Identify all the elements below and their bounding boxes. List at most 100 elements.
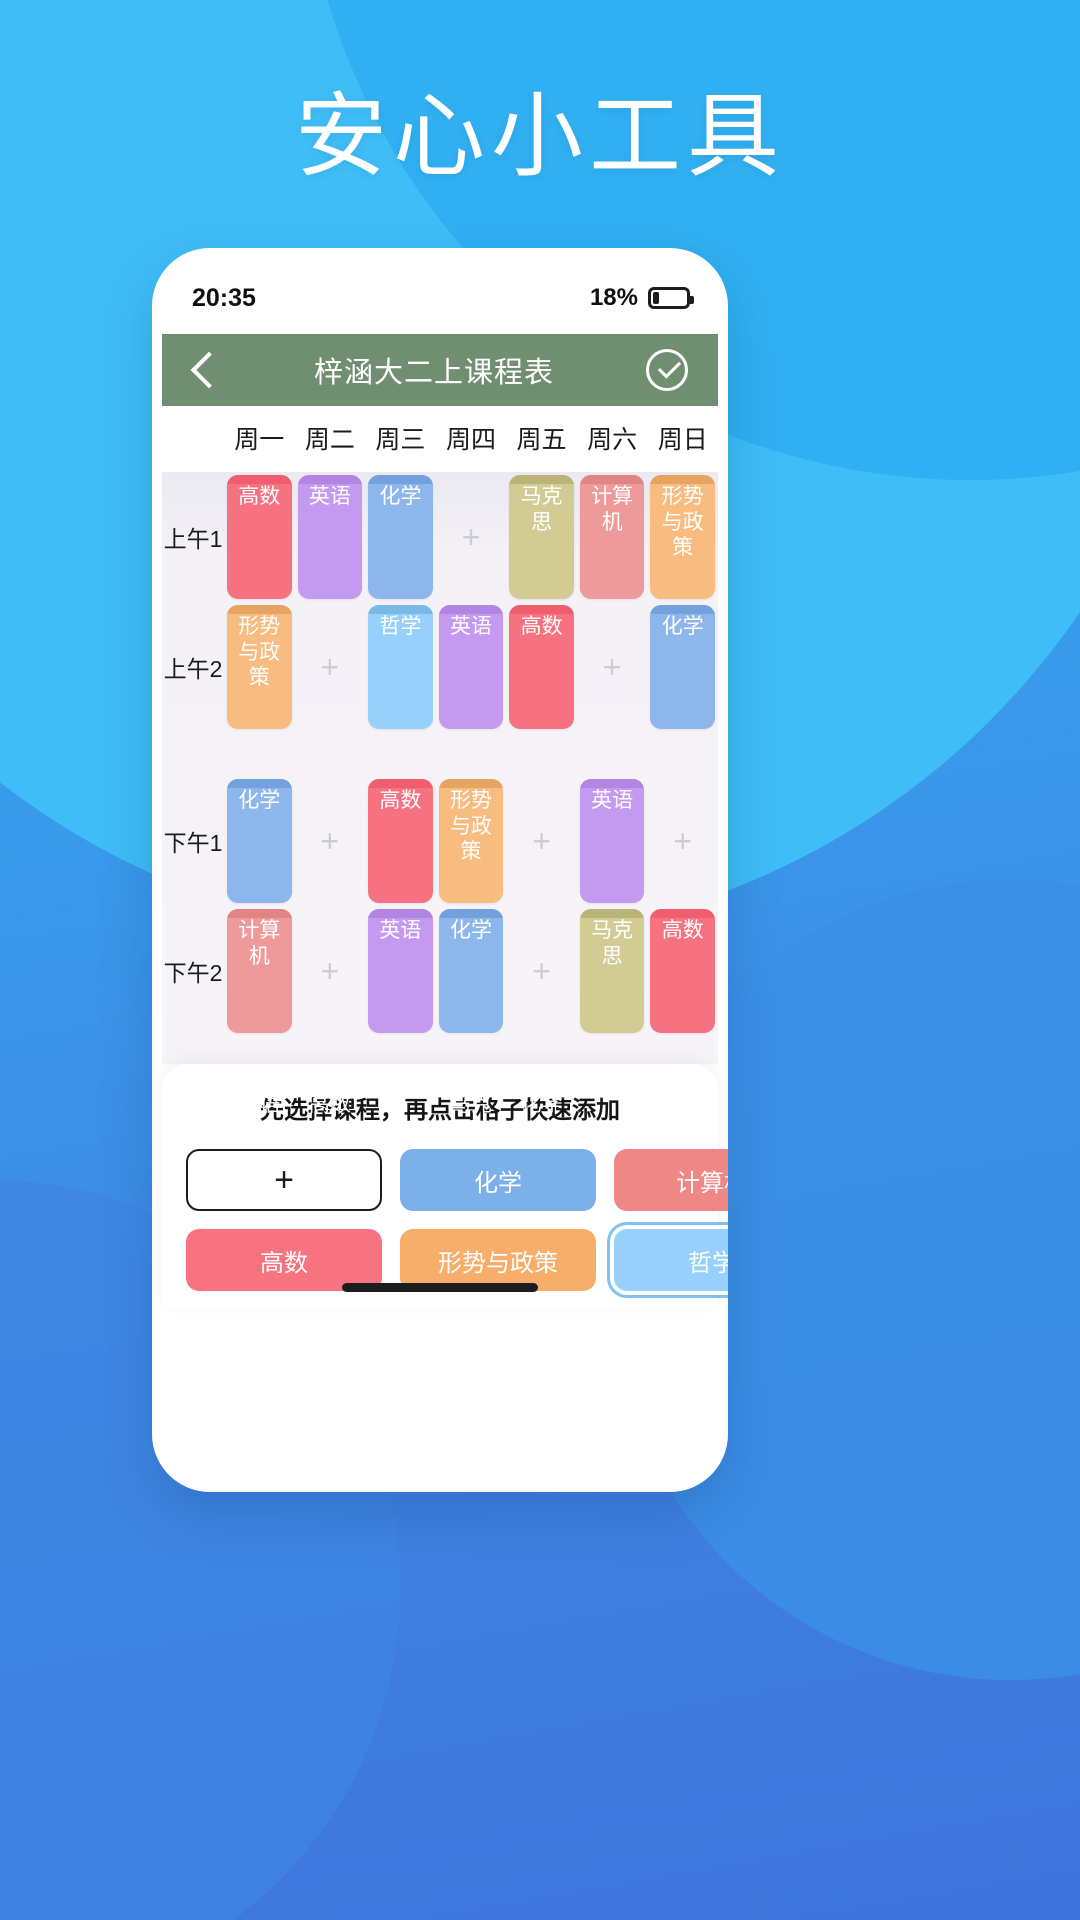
plus-icon[interactable]: +: [603, 651, 622, 683]
course-chip[interactable]: 高数: [186, 1229, 382, 1291]
course-chip-label: 计算机: [676, 1169, 728, 1197]
course-card-cap: [438, 779, 504, 788]
course-card-label: 形势与政策: [661, 485, 704, 560]
course-cell[interactable]: 哲学: [365, 602, 436, 732]
course-chip[interactable]: 化学: [400, 1149, 596, 1211]
course-cell[interactable]: 形势与政策: [224, 602, 295, 732]
row-label-3: 下午1: [163, 830, 223, 856]
course-cell[interactable]: 英语: [365, 906, 436, 1036]
course-cell[interactable]: 化学: [224, 776, 295, 906]
course-card[interactable]: 英语: [438, 605, 504, 729]
empty-cell[interactable]: +: [506, 906, 577, 1036]
course-card-label: 计算机: [238, 919, 281, 968]
weekday-5[interactable]: 周五: [506, 420, 577, 456]
battery-icon: [648, 287, 694, 309]
weekday-4[interactable]: 周四: [436, 420, 507, 456]
weekday-6[interactable]: 周六: [577, 420, 648, 456]
course-cell[interactable]: 化学: [436, 906, 507, 1036]
weekday-3[interactable]: 周三: [365, 420, 436, 456]
course-cell[interactable]: 化学: [365, 472, 436, 602]
course-cell[interactable]: 英语: [295, 472, 366, 602]
course-cell[interactable]: 形势与政策: [647, 472, 718, 602]
plus-icon[interactable]: +: [673, 825, 692, 857]
add-course-button[interactable]: +: [186, 1149, 382, 1211]
course-card-cap: [368, 475, 433, 484]
weekday-corner-spacer: [162, 420, 224, 456]
course-chip[interactable]: 计算机: [614, 1149, 728, 1211]
course-card[interactable]: 马克思: [579, 909, 645, 1033]
course-cell[interactable]: 计算机: [224, 906, 295, 1036]
course-card[interactable]: 哲学: [368, 605, 433, 729]
empty-cell[interactable]: +: [506, 776, 577, 906]
row-label-2: 上午2: [163, 656, 223, 682]
course-card-label: 计算机: [661, 1093, 704, 1142]
course-card[interactable]: 高数: [509, 605, 574, 729]
course-card[interactable]: 化学: [227, 779, 292, 903]
course-card-label: 英语: [238, 1093, 281, 1116]
empty-cell[interactable]: +: [295, 776, 366, 906]
course-card-cap: [227, 909, 292, 918]
course-card-cap: [227, 475, 292, 484]
course-card-label: 英语: [379, 919, 422, 942]
course-cell[interactable]: 马克思: [577, 906, 648, 1036]
course-chip[interactable]: 哲学: [614, 1229, 728, 1291]
course-card-label: 高数: [308, 1093, 351, 1116]
weekday-header: 周一 周二 周三 周四 周五 周六 周日: [162, 406, 718, 472]
course-card[interactable]: 高数: [650, 909, 715, 1033]
course-card-label: 哲学: [379, 615, 422, 638]
phone-notch: [324, 248, 556, 282]
weekday-7[interactable]: 周日: [647, 420, 718, 456]
course-card[interactable]: 计算机: [579, 475, 645, 599]
plus-icon[interactable]: +: [462, 521, 481, 553]
course-cell[interactable]: 英语: [436, 602, 507, 732]
empty-cell[interactable]: +: [295, 906, 366, 1036]
course-card-cap: [227, 605, 292, 614]
plus-icon[interactable]: +: [321, 955, 340, 987]
course-card[interactable]: 英语: [579, 779, 645, 903]
course-cell[interactable]: 高数: [365, 776, 436, 906]
course-cell[interactable]: 高数: [224, 472, 295, 602]
plus-icon[interactable]: +: [532, 955, 551, 987]
course-card-label: 高数: [661, 919, 704, 942]
course-cell[interactable]: 马克思: [506, 472, 577, 602]
course-chip-label: 哲学: [688, 1249, 728, 1277]
course-cell[interactable]: 高数: [506, 602, 577, 732]
course-card[interactable]: 形势与政策: [227, 605, 292, 729]
course-card-label: 形势与政策: [449, 789, 492, 864]
empty-cell[interactable]: +: [647, 776, 718, 906]
check-circle-icon[interactable]: [646, 349, 688, 391]
plus-icon[interactable]: +: [532, 825, 551, 857]
battery-percent-label: 18%: [589, 284, 638, 311]
course-card-cap: [368, 909, 433, 918]
course-chip[interactable]: 形势与政策: [400, 1229, 596, 1291]
course-card[interactable]: 英语: [368, 909, 433, 1033]
course-card[interactable]: 高数: [227, 475, 292, 599]
course-card-cap: [368, 605, 433, 614]
weekday-1[interactable]: 周一: [224, 420, 295, 456]
empty-cell[interactable]: +: [577, 602, 648, 732]
empty-cell[interactable]: +: [436, 472, 507, 602]
course-card-cap: [650, 909, 715, 918]
course-cell[interactable]: 化学: [647, 602, 718, 732]
plus-icon[interactable]: +: [321, 825, 340, 857]
course-cell[interactable]: 形势与政策: [436, 776, 507, 906]
weekday-2[interactable]: 周二: [295, 420, 366, 456]
course-card[interactable]: 化学: [650, 605, 715, 729]
course-card[interactable]: 马克思: [509, 475, 574, 599]
course-card[interactable]: 化学: [368, 475, 433, 599]
course-card[interactable]: 化学: [438, 909, 504, 1033]
course-card-cap: [297, 475, 363, 484]
course-card[interactable]: 英语: [297, 475, 363, 599]
course-cell[interactable]: 英语: [577, 776, 648, 906]
empty-cell[interactable]: +: [295, 602, 366, 732]
course-cell[interactable]: 计算机: [577, 472, 648, 602]
course-card[interactable]: 计算机: [227, 909, 292, 1033]
course-card-label: 英语: [449, 615, 492, 638]
course-cell[interactable]: 高数: [647, 906, 718, 1036]
plus-icon[interactable]: +: [321, 651, 340, 683]
course-card-label: 马克思: [520, 485, 563, 534]
course-card[interactable]: 高数: [368, 779, 433, 903]
course-card-cap: [579, 475, 645, 484]
course-card[interactable]: 形势与政策: [438, 779, 504, 903]
course-card[interactable]: 形势与政策: [650, 475, 715, 599]
